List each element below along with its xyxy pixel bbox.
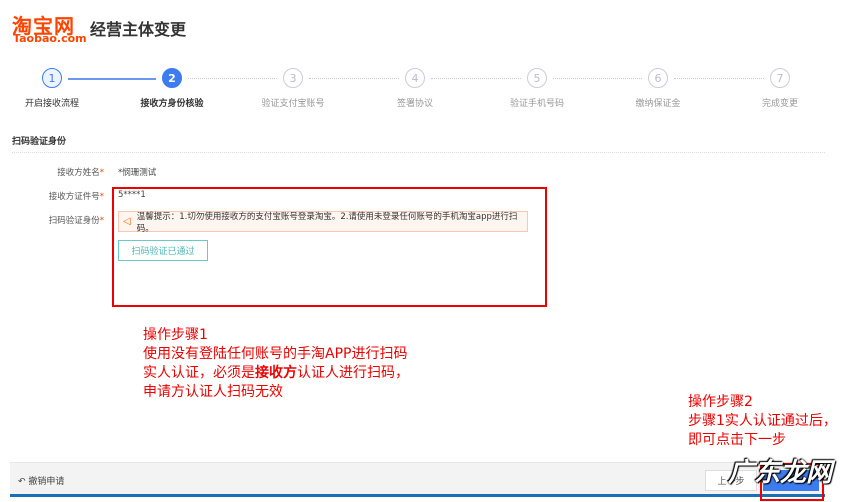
annotation-line: 申请方认证人扫码无效 [143,384,283,400]
revoke-button[interactable]: ↶ 撤销申请 [18,474,64,487]
annotation-title: 操作步骤2 [688,394,753,410]
step-4-circle: 4 [405,68,425,88]
step-connector [309,78,399,79]
annotation-line: 使用没有登陆任何账号的手淘APP进行扫码 [143,346,408,362]
annotation-title: 操作步骤1 [143,327,208,343]
page-title: 经营主体变更 [90,20,187,39]
step-7-label: 完成变更 [761,99,798,109]
step-7-circle: 7 [770,68,790,88]
step-connector [431,78,521,79]
annotation-line: 即可点击下一步 [688,432,786,448]
receiver-name-label: 接收方姓名* [57,168,104,178]
step-5-label: 验证手机号码 [509,99,564,109]
step-6-circle: 6 [648,68,668,88]
annotation-line: 步骤1实人认证通过后， [688,413,837,429]
receiver-name-value: *悯珊测试 [118,168,157,178]
step-connector [188,78,277,79]
step-1-label: 开启接收流程 [24,99,79,109]
receiver-id-label: 接收方证件号* [48,192,104,202]
step-2-label: 接收方身份核验 [140,99,204,109]
scan-verify-label: 扫码验证身份* [48,216,104,226]
annotation-line: 实人认证，必须是接收方认证人进行扫码， [143,365,409,381]
step-1-circle: 1 [42,68,62,88]
taobao-logo-en: Taobao.com [13,32,87,45]
step-3-label: 验证支付宝账号 [261,99,325,109]
watermark: 广东龙网 [728,458,833,488]
step-3-circle: 3 [283,68,303,88]
step-5-circle: 5 [527,68,547,88]
undo-icon: ↶ [18,477,29,487]
divider [12,152,825,153]
step-6-label: 缴纳保证金 [635,99,681,109]
step-connector [68,78,156,80]
footer-bar [10,462,825,497]
step-connector [674,78,764,79]
annotation-step2: 操作步骤2 步骤1实人认证通过后， 即可点击下一步 [688,393,837,450]
step-2-circle: 2 [162,68,182,88]
annotation-step1: 操作步骤1 使用没有登陆任何账号的手淘APP进行扫码 实人认证，必须是接收方认证… [143,326,409,402]
section-title: 扫码验证身份 [12,137,67,147]
step-connector [553,78,642,79]
highlight-box [112,187,547,307]
step-4-label: 签署协议 [396,99,433,109]
